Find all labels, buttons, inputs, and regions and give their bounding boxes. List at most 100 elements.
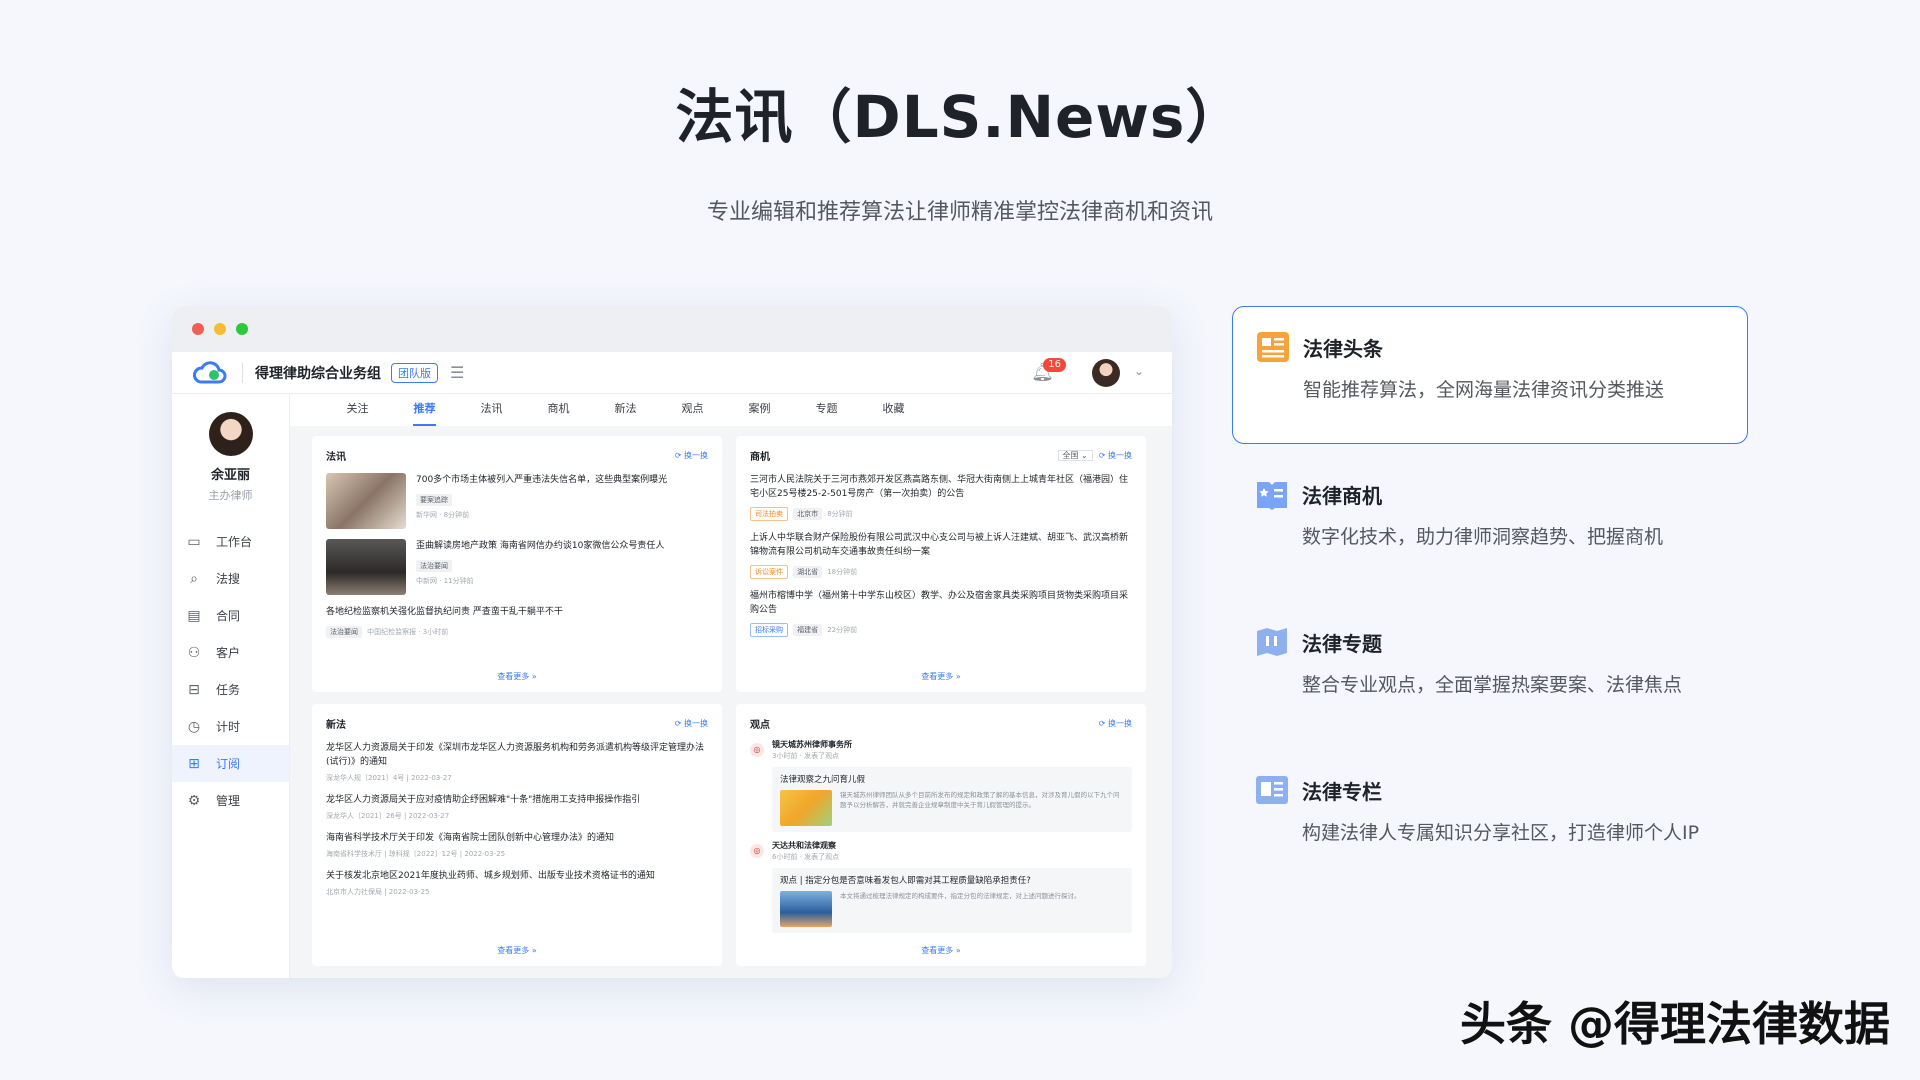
news-tag: 要案追踪 [416, 494, 452, 506]
feature-topics[interactable]: 法律专题 整合专业观点，全面掌握热案要案、法律焦点 [1232, 602, 1748, 740]
news-title: 各地纪检监察机关强化监督执纪问责 严查蛮干乱干躺平不干 [326, 607, 563, 617]
sidebar-item-label: 法搜 [216, 572, 241, 586]
source-name: 镜天城苏州律师事务所 [772, 740, 852, 749]
opportunity-title: 上诉人中华联合财产保险股份有限公司武汉中心支公司与被上诉人汪建斌、胡亚飞、武汉高… [750, 533, 1129, 557]
faxun-card: 法讯 ⟳ 换一换 700多个市场主体被列入严重违法失信名单，这些典型案例曝光 要案追… [312, 436, 722, 692]
sidebar-item-timer[interactable]: ◷ 计时 [172, 708, 289, 745]
minimize-dot[interactable] [214, 323, 226, 335]
region-tag: 福建省 [793, 624, 823, 636]
maximize-dot[interactable] [236, 323, 248, 335]
refresh-label: 换一换 [684, 451, 708, 460]
headline-icon [1257, 332, 1289, 362]
sidebar: 余亚丽 主办律师 ▭ 工作台 ⌕ 法搜 ▤ 合同 ⚇ 客户 ⊟ 任务 ◷ 计时 ⊞ 订阅 ⚙ 管… [172, 394, 290, 978]
opinion-source[interactable]: ◎ 镜天城苏州律师事务所 3小时前 · 发表了观点 [750, 739, 1132, 761]
chevron-down-icon[interactable]: ⌄ [1134, 364, 1144, 378]
region-tag: 北京市 [793, 508, 823, 520]
feature-desc: 构建法律人专属知识分享社区，打造律师个人IP [1302, 822, 1700, 844]
opinion-item[interactable]: 法律观察之九问育儿假 镜天城苏州律师团队从多个目前所发布的规定和政策了解的基本信… [772, 767, 1132, 832]
opportunity-item[interactable]: 福州市榕博中学（福州第十中学东山校区）教学、办公及宿舍家具类采购项目货物类采购项… [750, 589, 1132, 637]
topic-icon [1257, 628, 1287, 656]
tab-new-law[interactable]: 新法 [592, 394, 659, 426]
tab-cases[interactable]: 案例 [726, 394, 793, 426]
view-more-link[interactable]: 查看更多 » [312, 671, 722, 682]
app-header: 得理律助综合业务组 团队版 ☰ 🔔︎ 16 ⌄ [172, 352, 1172, 394]
sidebar-item-workbench[interactable]: ▭ 工作台 [172, 523, 289, 560]
feature-opportunities[interactable]: 法律商机 数字化技术，助力律师洞察趋势、把握商机 [1232, 454, 1748, 592]
law-meta: 深龙华人〔2021〕26号 | 2022-03-27 [326, 812, 450, 820]
sidebar-item-manage[interactable]: ⚙ 管理 [172, 782, 289, 819]
refresh-button[interactable]: ⟳ 换一换 [675, 450, 708, 461]
news-meta: 新华网 · 8分钟前 [416, 511, 470, 519]
opinion-source[interactable]: ◎ 天达共和法律观察 6小时前 · 发表了观点 [750, 840, 1132, 862]
monitor-icon: ▭ [187, 533, 201, 550]
sidebar-item-tasks[interactable]: ⊟ 任务 [172, 671, 289, 708]
header-avatar[interactable] [1092, 359, 1120, 387]
tab-topics[interactable]: 专题 [793, 394, 860, 426]
sidebar-item-clients[interactable]: ⚇ 客户 [172, 634, 289, 671]
sidebar-item-label: 订阅 [216, 757, 241, 771]
news-item[interactable]: 歪曲解读房地产政策 海南省网信办约谈10家微信公众号责任人 法治要闻中新网 · 1… [326, 539, 708, 595]
opinion-thumbnail [780, 891, 832, 927]
document-icon: ▤ [187, 607, 201, 624]
opinion-title: 观点 | 指定分包是否意味着发包人即需对其工程质量缺陷承担责任? [780, 876, 1031, 886]
law-item[interactable]: 龙华区人力资源局关于印发《深圳市龙华区人力资源服务机构和劳务派遣机构等级评定管理… [326, 741, 708, 783]
tab-follow[interactable]: 关注 [324, 394, 391, 426]
opportunity-meta: 8分钟前 [827, 510, 853, 518]
law-item[interactable]: 龙华区人力资源局关于应对疫情助企纾困解难"十条"措施用工支持申报操作指引 深龙华人… [326, 793, 708, 821]
sidebar-item-search[interactable]: ⌕ 法搜 [172, 560, 289, 597]
news-item[interactable]: 700多个市场主体被列入严重违法失信名单，这些典型案例曝光 要案追踪 新华网 · 8… [326, 473, 708, 529]
opportunity-icon [1257, 482, 1287, 510]
view-more-link[interactable]: 查看更多 » [736, 945, 1146, 956]
app-window: 得理律助综合业务组 团队版 ☰ 🔔︎ 16 ⌄ 余亚丽 主办律师 ▭ 工作台 ⌕ 法… [172, 306, 1172, 978]
news-item[interactable]: 各地纪检监察机关强化监督执纪问责 严查蛮干乱干躺平不干 法治要闻 中国纪检监察报… [326, 605, 708, 638]
law-item[interactable]: 关于核发北京地区2021年度执业药师、城乡规划师、出版专业技术资格证书的通知 北京… [326, 869, 708, 897]
law-item[interactable]: 海南省科学技术厅关于印发《海南省院士团队创新中心管理办法》的通知 海南省科学技术厅… [326, 831, 708, 859]
view-more-link[interactable]: 查看更多 » [312, 945, 722, 956]
refresh-label: 换一换 [1108, 719, 1132, 728]
tab-opportunity[interactable]: 商机 [525, 394, 592, 426]
card-title: 法讯 [326, 452, 346, 463]
briefcase-icon: ⊟ [188, 681, 200, 698]
law-meta: 深龙华人规〔2021〕4号 | 2022-03-27 [326, 774, 452, 782]
opportunity-tag: 招标采购 [750, 623, 788, 637]
sidebar-item-contract[interactable]: ▤ 合同 [172, 597, 289, 634]
news-meta: 中新网 · 11分钟前 [416, 577, 474, 585]
sidebar-item-subscribe[interactable]: ⊞ 订阅 [172, 745, 289, 782]
view-more-link[interactable]: 查看更多 » [736, 671, 1146, 682]
tab-recommend[interactable]: 推荐 [391, 394, 458, 426]
tab-faxun[interactable]: 法讯 [458, 394, 525, 426]
clock-icon: ◷ [187, 718, 201, 735]
main-content: 关注 推荐 法讯 商机 新法 观点 案例 专题 收藏 法讯 ⟳ 换一换 700多个… [290, 394, 1172, 978]
news-title: 歪曲解读房地产政策 海南省网信办约谈10家微信公众号责任人 [416, 541, 665, 551]
feature-columns[interactable]: 法律专栏 构建法律人专属知识分享社区，打造律师个人IP [1232, 750, 1748, 888]
feature-title: 法律专题 [1302, 631, 1382, 656]
news-tag: 法治要闻 [416, 560, 452, 572]
cloud-logo-icon[interactable] [192, 360, 228, 386]
user-settings-icon: ⚙ [187, 792, 201, 809]
tab-favorites[interactable]: 收藏 [860, 394, 927, 426]
user-name: 余亚丽 [210, 468, 250, 483]
opportunity-item[interactable]: 上诉人中华联合财产保险股份有限公司武汉中心支公司与被上诉人汪建斌、胡亚飞、武汉高… [750, 531, 1132, 579]
opinion-item[interactable]: 观点 | 指定分包是否意味着发包人即需对其工程质量缺陷承担责任? 本文将通过梳理… [772, 868, 1132, 933]
refresh-button[interactable]: ⟳ 换一换 [1099, 451, 1132, 460]
sidebar-item-label: 工作台 [216, 535, 253, 549]
source-time: 6小时前 · 发表了观点 [772, 853, 840, 861]
opportunity-tag: 诉讼案件 [750, 565, 788, 579]
law-firm-logo-icon: ◎ [750, 743, 764, 757]
sidebar-item-label: 合同 [216, 609, 241, 623]
sidebar-item-label: 计时 [216, 720, 241, 734]
opinion-title: 法律观察之九问育儿假 [780, 775, 866, 785]
close-dot[interactable] [192, 323, 204, 335]
region-filter[interactable]: 全国 ⌄ [1057, 450, 1093, 461]
refresh-button[interactable]: ⟳ 换一换 [1099, 718, 1132, 729]
opportunity-title: 福州市榕博中学（福州第十中学东山校区）教学、办公及宿舍家具类采购项目货物类采购项… [750, 591, 1129, 615]
refresh-button[interactable]: ⟳ 换一换 [675, 718, 708, 729]
menu-icon[interactable]: ☰ [450, 363, 464, 382]
tab-opinion[interactable]: 观点 [659, 394, 726, 426]
opportunity-meta: 22分钟前 [827, 626, 858, 634]
sidebar-avatar[interactable] [208, 412, 253, 456]
feature-title: 法律头条 [1303, 336, 1383, 361]
opinion-summary: 镜天城苏州律师团队从多个目前所发布的规定和政策了解的基本信息，对涉及育儿假的以下… [840, 791, 1120, 809]
opportunity-item[interactable]: 三河市人民法院关于三河市燕郊开发区燕高路东侧、华冠大街南侧上上城青年社区（福港园… [750, 473, 1132, 521]
feature-headlines[interactable]: 法律头条 智能推荐算法，全网海量法律资讯分类推送 [1232, 306, 1748, 444]
